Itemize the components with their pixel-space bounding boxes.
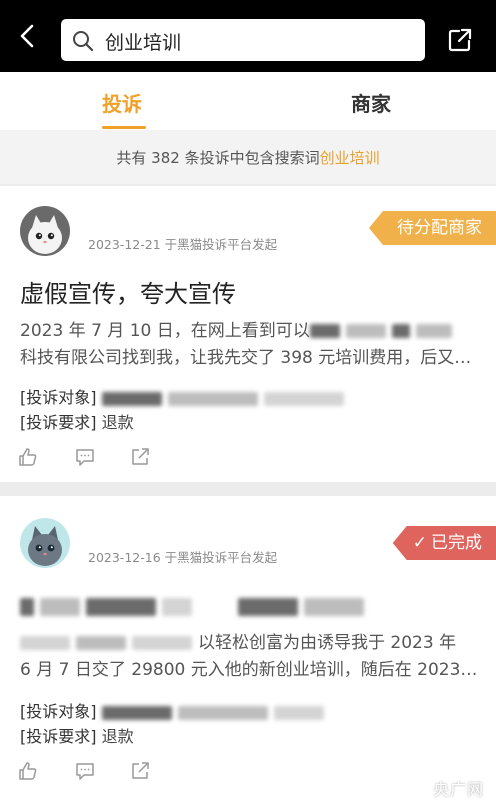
summary-keyword: 创业培训	[319, 149, 380, 167]
complaint-card[interactable]: 2023-12-16 于黑猫投诉平台发起 ✓ 已完成 以轻松创富为由诱导我于 20…	[0, 496, 496, 812]
request-value: 退款	[101, 727, 134, 746]
status-text: 待分配商家	[397, 218, 482, 238]
body-line-1: 2023 年 7 月 10 日，在网上看到可以	[20, 321, 310, 341]
complaint-request: [投诉要求] 退款	[20, 409, 134, 433]
complaint-target: [投诉对象]	[20, 698, 330, 722]
thumbs-up-icon[interactable]	[18, 447, 38, 467]
redacted-text	[132, 636, 192, 650]
top-bar: 创业培训	[0, 0, 496, 72]
tab-complaints[interactable]: 投诉	[102, 88, 142, 117]
search-input[interactable]: 创业培训	[61, 19, 425, 61]
redacted-text	[415, 324, 452, 338]
active-tab-indicator	[102, 126, 146, 129]
status-text: 已完成	[431, 533, 482, 553]
tab-merchants[interactable]: 商家	[351, 88, 391, 117]
target-label: [投诉对象]	[20, 388, 97, 407]
search-summary: 共有 382 条投诉中包含搜索词创业培训	[0, 130, 496, 184]
body-line-1: 以轻松创富为由诱导我于 2023 年	[198, 633, 457, 653]
complaint-title: 虚假宣传，夸大宣传	[20, 280, 236, 308]
redacted-text	[177, 705, 268, 720]
avatar	[20, 206, 70, 256]
redacted-text	[40, 598, 80, 616]
comment-icon[interactable]	[75, 447, 95, 467]
redacted-text	[101, 705, 172, 720]
cat-avatar-icon	[20, 206, 70, 256]
redacted-text	[101, 391, 162, 406]
cat-avatar-icon	[20, 518, 70, 568]
avatar	[20, 518, 70, 568]
check-icon: ✓	[412, 533, 427, 553]
complaint-body: 2023 年 7 月 10 日，在网上看到可以 科技有限公司找到我，让我先交了 …	[20, 318, 480, 372]
summary-text: 共有 382 条投诉中包含搜索词	[116, 149, 320, 167]
target-label: [投诉对象]	[20, 702, 97, 721]
redacted-text	[20, 598, 34, 616]
redacted-text	[76, 636, 126, 650]
complaint-date: 2023-12-21 于黑猫投诉平台发起	[88, 237, 278, 252]
redacted-text	[309, 324, 340, 338]
comment-icon[interactable]	[75, 761, 95, 781]
redacted-text	[345, 324, 386, 338]
complaint-request: [投诉要求] 退款	[20, 723, 134, 747]
request-value: 退款	[101, 413, 134, 432]
card-actions	[18, 447, 178, 469]
redacted-text	[86, 598, 156, 616]
body-line-2: 科技有限公司找到我，让我先交了 398 元培训费用，后又…	[20, 348, 472, 368]
status-badge: ✓ 已完成	[392, 526, 496, 560]
complaint-title-redacted	[20, 592, 370, 620]
share-icon[interactable]	[130, 447, 150, 467]
request-label: [投诉要求]	[20, 413, 97, 432]
card-actions	[18, 761, 178, 783]
redacted-text	[167, 391, 258, 406]
redacted-text	[391, 324, 410, 338]
redacted-text	[273, 705, 324, 720]
tab-bar: 投诉 商家	[0, 72, 496, 130]
thumbs-up-icon[interactable]	[18, 761, 38, 781]
body-line-2: 6 月 7 日交了 29800 元入他的新创业培训，随后在 2023…	[20, 660, 478, 680]
search-query: 创业培训	[105, 32, 182, 54]
back-icon[interactable]	[14, 22, 42, 50]
request-label: [投诉要求]	[20, 727, 97, 746]
complaint-body: 以轻松创富为由诱导我于 2023 年 6 月 7 日交了 29800 元入他的新…	[20, 630, 480, 684]
redacted-text	[20, 636, 70, 650]
complaint-date: 2023-12-16 于黑猫投诉平台发起	[88, 550, 278, 565]
watermark: 央广网	[432, 780, 484, 799]
search-icon	[73, 31, 94, 52]
redacted-text	[238, 598, 298, 616]
complaint-target: [投诉对象]	[20, 384, 350, 408]
redacted-text	[162, 598, 192, 616]
redacted-text	[263, 391, 344, 406]
share-icon[interactable]	[447, 27, 473, 53]
complaint-card[interactable]: 2023-12-21 于黑猫投诉平台发起 待分配商家 虚假宣传，夸大宣传 202…	[0, 186, 496, 482]
redacted-text	[304, 598, 364, 616]
share-icon[interactable]	[130, 761, 150, 781]
status-badge: 待分配商家	[369, 211, 496, 245]
